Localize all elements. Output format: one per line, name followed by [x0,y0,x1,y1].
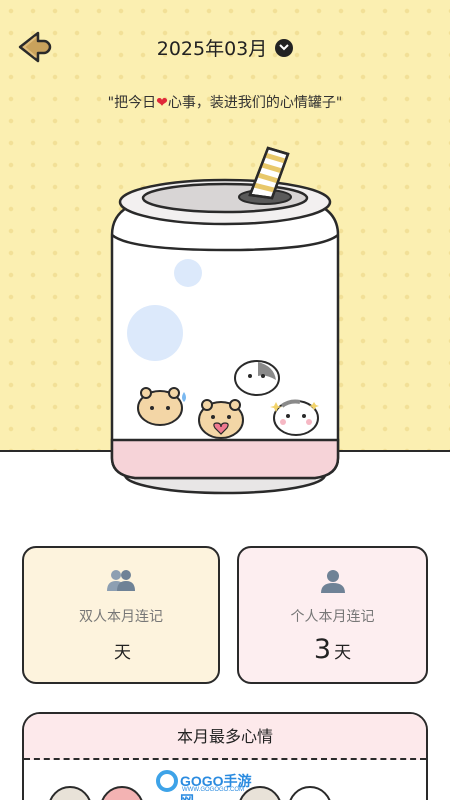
person-icon [320,570,345,593]
personal-streak-value: 3 [313,634,332,665]
personal-streak-card[interactable]: 个人本月连记 3天 [237,546,428,684]
chevron-down-icon [275,38,294,57]
month-label: 2025年03月 [156,38,268,60]
personal-streak-unit: 天 [334,643,352,663]
hamster-sticker-2 [198,399,244,439]
mood-avatar[interactable] [288,786,332,800]
personal-streak-label: 个人本月连记 [290,609,375,625]
top-mood-title: 本月最多心情 [24,714,426,760]
heart-icon: ❤ [156,95,168,111]
couple-streak-card[interactable]: 双人本月连记 天 [22,546,220,684]
site-watermark: GOGO手游网 WWW.GOGOGO.COM [156,768,252,800]
mood-avatar[interactable] [48,786,92,800]
mood-avatar[interactable] [100,786,144,800]
mood-jar-illustration [110,146,340,495]
couple-streak-unit: 天 [114,643,131,663]
mood-jar-can[interactable] [100,140,350,500]
watermark-logo-icon [156,770,178,792]
month-selector[interactable]: 2025年03月 [0,34,450,61]
jar-slogan: "把今日❤心事，装进我们的心情罐子" [107,95,343,111]
couple-icon [107,570,135,591]
hamster-sticker-3 [234,360,280,396]
couple-streak-label: 双人本月连记 [79,609,163,625]
